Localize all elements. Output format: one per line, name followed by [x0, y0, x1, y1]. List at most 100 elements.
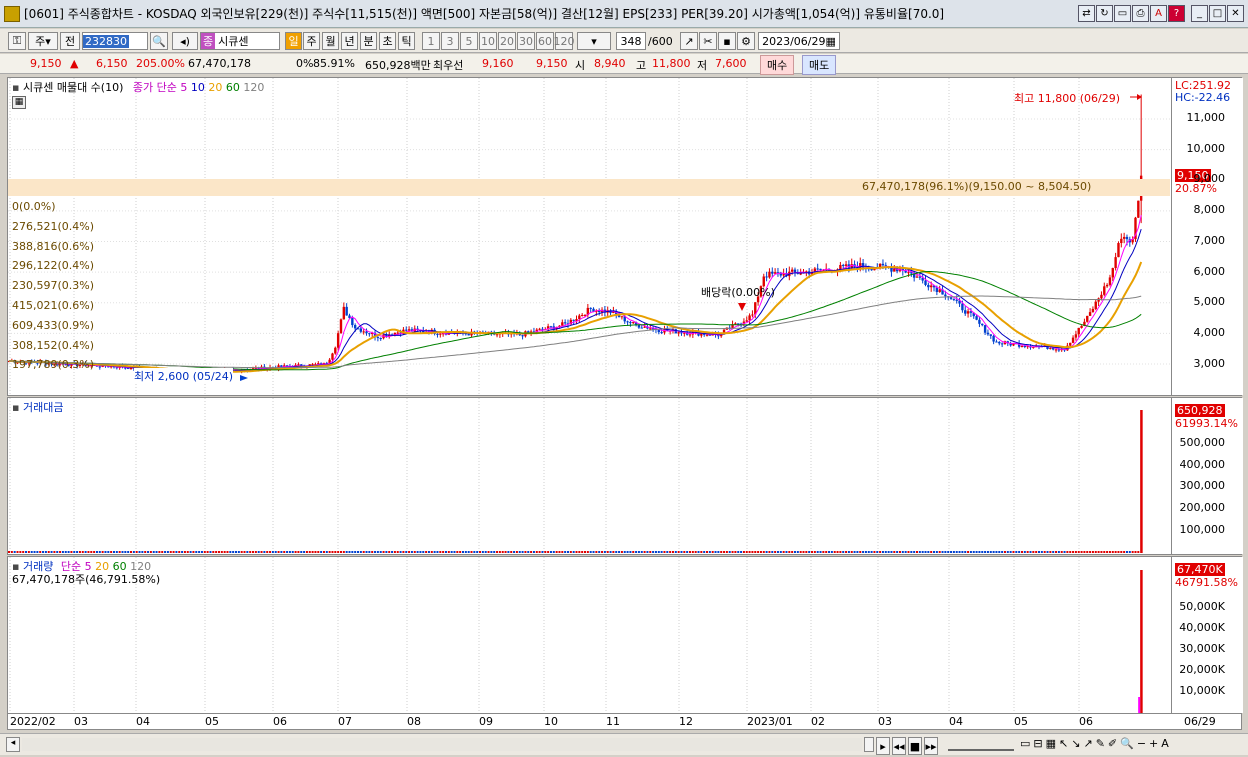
amount-bar [161, 551, 164, 553]
refresh-icon[interactable]: ↻ [1096, 5, 1113, 22]
pen-icon[interactable]: ✎ [1096, 737, 1108, 750]
amount-bar [25, 551, 28, 553]
scroll-thumb[interactable] [864, 737, 874, 752]
link-icon[interactable]: ⇄ [1078, 5, 1095, 22]
type-select[interactable]: 주 ▾ [28, 32, 58, 50]
amount-bar [1120, 551, 1123, 553]
grid2-icon[interactable]: ▦ [1046, 737, 1059, 750]
lock-icon[interactable]: ⚿ [8, 32, 26, 50]
candle-body [640, 327, 643, 329]
settings-icon[interactable]: ⚙ [737, 32, 755, 50]
cursor-icon[interactable]: ↖ [1059, 737, 1071, 750]
volume-panel[interactable]: ▪ 거래량 단순 5 20 60 120 67,470,178주(46,791.… [7, 556, 1243, 714]
interval-20[interactable]: 20 [498, 32, 516, 50]
interval-3[interactable]: 3 [441, 32, 459, 50]
amount-bar [110, 551, 113, 553]
stop-icon[interactable]: ■ [908, 737, 922, 755]
close-button[interactable]: ✕ [1227, 5, 1244, 22]
text-icon[interactable]: A [1161, 737, 1172, 750]
play-icon[interactable]: ▸ [876, 737, 890, 755]
minus-icon[interactable]: − [1137, 737, 1149, 750]
brush-icon[interactable]: ✐ [1108, 737, 1120, 750]
period-day[interactable]: 일 [285, 32, 302, 50]
minimize-button[interactable]: _ [1191, 5, 1208, 22]
layout-icon[interactable]: ▭ [1020, 737, 1033, 750]
search-icon[interactable]: 🔍 [150, 32, 168, 50]
period-5[interactable]: 틱 [398, 32, 415, 50]
line-icon[interactable]: ↗ [1083, 737, 1095, 750]
amount-bar [864, 551, 867, 553]
interval-10[interactable]: 10 [479, 32, 497, 50]
zoom-slider[interactable] [948, 738, 1014, 751]
change-value: 6,150 [96, 57, 128, 70]
zoom-icon[interactable]: 🔍 [1120, 737, 1137, 750]
scrollbar-track[interactable] [22, 738, 862, 751]
count-input[interactable]: 348 [616, 32, 646, 50]
font-icon[interactable]: A [1150, 5, 1167, 22]
amount-bar [95, 551, 98, 553]
plus-icon[interactable]: + [1149, 737, 1161, 750]
candle-body [580, 315, 584, 317]
period-2[interactable]: 년 [341, 32, 358, 50]
name-field[interactable]: 종 시큐센 [200, 32, 280, 50]
maximize-button[interactable]: □ [1209, 5, 1226, 22]
amount-bar [561, 551, 564, 553]
speaker-icon[interactable]: ◂) [172, 32, 198, 50]
split-icon[interactable]: ⊟ [1033, 737, 1045, 750]
amount-bar [918, 551, 921, 553]
amount-bar [1123, 551, 1126, 553]
vp-row: 230,597(0.3%) [12, 279, 95, 293]
chart-icon[interactable]: ↗ [680, 32, 698, 50]
interval-120[interactable]: 120 [554, 32, 575, 50]
amount-bar [1003, 551, 1006, 553]
amount-bar [121, 551, 124, 553]
interval-select[interactable]: ▾ [577, 32, 611, 50]
amount-bar [734, 551, 737, 553]
amount-bar [643, 551, 646, 553]
candle-body [1023, 345, 1027, 347]
y-tick: 5,000 [1193, 295, 1226, 309]
count-total: /600 [648, 35, 673, 48]
price-panel[interactable]: ▪ 시큐센 매물대 수(10) 종가 단순 5 10 20 60 120 ▦ 6… [7, 77, 1243, 396]
amount-bar [680, 551, 683, 553]
x-label: 03 [878, 715, 892, 728]
rewind-icon[interactable]: ◂◂ [892, 737, 906, 755]
interval-5[interactable]: 5 [460, 32, 478, 50]
prev-button[interactable]: 전 [60, 32, 80, 50]
amount-bar [876, 551, 879, 553]
amount-chart[interactable] [8, 398, 1171, 554]
code-input[interactable]: 232830 [82, 32, 148, 50]
amount-panel[interactable]: ▪ 거래대금 650,928 61993.14% 500,000 400,000 3… [7, 397, 1243, 555]
amount-bar [1077, 551, 1080, 553]
period-0[interactable]: 주 [303, 32, 320, 50]
draw-icon[interactable]: ↘ [1071, 737, 1083, 750]
period-1[interactable]: 월 [322, 32, 339, 50]
amount-bar [130, 551, 133, 553]
amount-bar [595, 551, 598, 553]
period-4[interactable]: 초 [379, 32, 396, 50]
print-icon[interactable]: ⎙ [1132, 5, 1149, 22]
tool-icon[interactable]: ✂ [699, 32, 717, 50]
window-icon[interactable]: ▭ [1114, 5, 1131, 22]
volume-chart[interactable] [8, 557, 1171, 713]
amount-bar [731, 551, 734, 553]
amount-bar [223, 551, 226, 553]
scroll-left-icon[interactable]: ◂ [6, 737, 20, 752]
amount-bar [61, 551, 64, 553]
period-3[interactable]: 분 [360, 32, 377, 50]
grid-icon[interactable]: ▦ [12, 96, 26, 109]
sell-button[interactable]: 매도 [802, 55, 837, 75]
amount-bar [867, 551, 870, 553]
date-input[interactable]: 2023/06/29 ▦ [758, 32, 840, 50]
volume-bar [1140, 570, 1143, 713]
x-label: 2022/02 [10, 715, 56, 728]
price-chart[interactable] [8, 78, 1171, 395]
help-icon[interactable]: ? [1168, 5, 1185, 22]
save-icon[interactable]: ▪ [718, 32, 736, 50]
interval-30[interactable]: 30 [517, 32, 535, 50]
forward-icon[interactable]: ▸▸ [924, 737, 938, 755]
interval-60[interactable]: 60 [536, 32, 554, 50]
candle-body [643, 326, 646, 328]
interval-1[interactable]: 1 [422, 32, 440, 50]
buy-button[interactable]: 매수 [760, 55, 795, 75]
